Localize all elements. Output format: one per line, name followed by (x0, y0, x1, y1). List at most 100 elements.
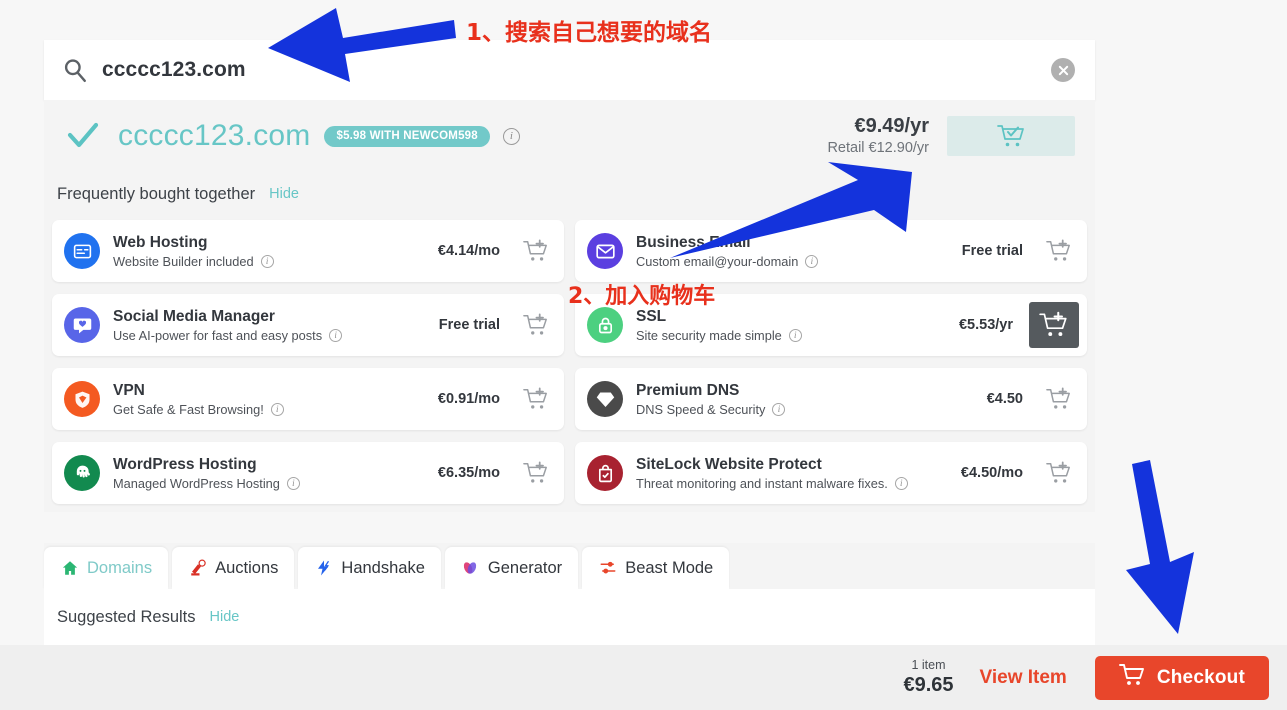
vpn-shield-icon (64, 381, 100, 417)
info-icon[interactable]: i (329, 328, 343, 342)
product-title: SSL (636, 307, 667, 325)
product-subtitle: Managed WordPress Hosting (113, 475, 280, 491)
product-subtitle: Website Builder included (113, 253, 254, 269)
promo-badge: $5.98 WITH NEWCOM598 (324, 125, 490, 147)
tab-label: Beast Mode (625, 558, 714, 577)
product-title: VPN (113, 381, 145, 399)
product-subtitle: Get Safe & Fast Browsing! (113, 401, 264, 417)
add-to-cart-button[interactable] (516, 382, 556, 416)
product-title: SiteLock Website Protect (636, 455, 822, 473)
product-info: SiteLock Website Protect Threat monitori… (636, 456, 908, 491)
tab-handshake[interactable]: Handshake (298, 547, 441, 589)
add-to-cart-button[interactable] (1039, 456, 1079, 490)
info-icon[interactable]: i (270, 402, 284, 416)
suggested-results-hide-link[interactable]: Hide (210, 609, 240, 625)
product-card[interactable]: WordPress Hosting Managed WordPress Host… (52, 442, 564, 504)
product-card[interactable]: Social Media Manager Use AI-power for fa… (52, 294, 564, 356)
product-subtitle: Threat monitoring and instant malware fi… (636, 475, 888, 491)
info-icon[interactable]: i (894, 476, 908, 490)
product-info: Web Hosting Website Builder included i (113, 234, 274, 269)
arrow-to-checkout (1126, 460, 1194, 634)
product-info: Social Media Manager Use AI-power for fa… (113, 307, 343, 343)
search-icon (62, 57, 88, 83)
add-domain-to-cart-button[interactable] (947, 116, 1075, 156)
octopus-icon (64, 455, 100, 491)
product-subtitle: DNS Speed & Security (636, 401, 766, 417)
frequently-bought-hide-link[interactable]: Hide (269, 186, 299, 202)
info-icon[interactable]: i (502, 127, 520, 145)
tab-auctions[interactable]: Auctions (172, 547, 295, 589)
view-item-link[interactable]: View Item (980, 667, 1067, 689)
info-icon[interactable]: i (260, 254, 274, 268)
lock-icon (587, 307, 623, 343)
tab-label: Generator (487, 558, 563, 577)
tab-bar: Domains Auctions Handshake Generator Bea… (44, 543, 1095, 589)
checkout-label: Checkout (1156, 666, 1245, 688)
product-title: Social Media Manager (113, 307, 275, 325)
product-title: Web Hosting (113, 233, 208, 251)
annotation-step-2: 2、加入购物车 (568, 284, 716, 309)
product-grid: Web Hosting Website Builder included i €… (44, 216, 1095, 512)
tab-label: Domains (87, 558, 153, 577)
tab-label: Auctions (215, 558, 279, 577)
product-title: Premium DNS (636, 381, 740, 399)
add-to-cart-button[interactable] (516, 456, 556, 490)
tab-domains[interactable]: Domains (44, 547, 169, 589)
cart-icon (1118, 663, 1157, 692)
clear-search-button[interactable] (1051, 58, 1075, 82)
web-hosting-icon (64, 233, 100, 269)
envelope-icon (587, 233, 623, 269)
product-subtitle: Site security made simple (636, 327, 782, 343)
product-subtitle: Use AI-power for fast and easy posts (113, 327, 323, 343)
domain-result-row: ccccc123.com $5.98 WITH NEWCOM598 i €9.4… (44, 100, 1095, 172)
product-card[interactable]: VPN Get Safe & Fast Browsing! i €0.91/mo (52, 368, 564, 430)
product-info: VPN Get Safe & Fast Browsing! i (113, 382, 284, 417)
product-card[interactable]: Business Email Custom email@your-domain … (575, 220, 1087, 282)
checkout-bar: 1 item €9.65 View Item Checkout (0, 645, 1287, 710)
generator-icon (461, 559, 480, 578)
heart-chat-icon (64, 307, 100, 343)
product-card[interactable]: SiteLock Website Protect Threat monitori… (575, 442, 1087, 504)
product-card[interactable]: Web Hosting Website Builder included i €… (52, 220, 564, 282)
frequently-bought-header: Frequently bought together Hide (44, 172, 1095, 216)
tab-beast-mode[interactable]: Beast Mode (582, 547, 730, 589)
add-to-cart-button[interactable] (1029, 302, 1079, 348)
diamond-icon (587, 381, 623, 417)
handshake-icon (314, 559, 333, 578)
product-subtitle: Custom email@your-domain (636, 253, 799, 269)
product-price: €5.53/yr (958, 317, 1013, 333)
check-icon (66, 121, 100, 151)
product-title: Business Email (636, 233, 751, 251)
product-title: WordPress Hosting (113, 455, 257, 473)
result-price-block: €9.49/yr Retail €12.90/yr (827, 114, 947, 157)
product-price: €4.14/mo (437, 243, 500, 259)
info-icon[interactable]: i (772, 402, 786, 416)
product-card[interactable]: Premium DNS DNS Speed & Security i €4.50 (575, 368, 1087, 430)
cart-total-amount: €9.65 (903, 674, 954, 696)
frequently-bought-title: Frequently bought together (57, 184, 256, 203)
product-info: Business Email Custom email@your-domain … (636, 233, 819, 269)
result-retail-price: Retail €12.90/yr (827, 140, 929, 157)
tab-generator[interactable]: Generator (444, 547, 579, 589)
sitelock-shield-icon (587, 455, 623, 491)
suggested-results-header: Suggested Results Hide (44, 589, 1095, 645)
add-to-cart-button[interactable] (1039, 382, 1079, 416)
info-icon[interactable]: i (286, 476, 300, 490)
checkout-button[interactable]: Checkout (1094, 655, 1269, 700)
product-price: €6.35/mo (437, 465, 500, 481)
search-input[interactable]: ccccc123.com (102, 58, 246, 82)
add-to-cart-button[interactable] (516, 234, 556, 268)
search-bar[interactable]: ccccc123.com (44, 40, 1095, 100)
info-icon[interactable]: i (788, 328, 802, 342)
add-to-cart-button[interactable] (516, 308, 556, 342)
cart-item-count: 1 item (911, 658, 946, 672)
product-price: €4.50/mo (960, 465, 1023, 481)
annotation-step-1: 1、搜索自己想要的域名 (466, 20, 713, 46)
info-icon[interactable]: i (805, 254, 819, 268)
add-to-cart-button[interactable] (1039, 234, 1079, 268)
sliders-icon (598, 559, 617, 578)
product-info: SSL Site security made simple i (636, 308, 802, 343)
product-price: Free trial (438, 317, 500, 333)
product-price: €4.50 (986, 391, 1023, 407)
auction-icon (188, 559, 207, 578)
